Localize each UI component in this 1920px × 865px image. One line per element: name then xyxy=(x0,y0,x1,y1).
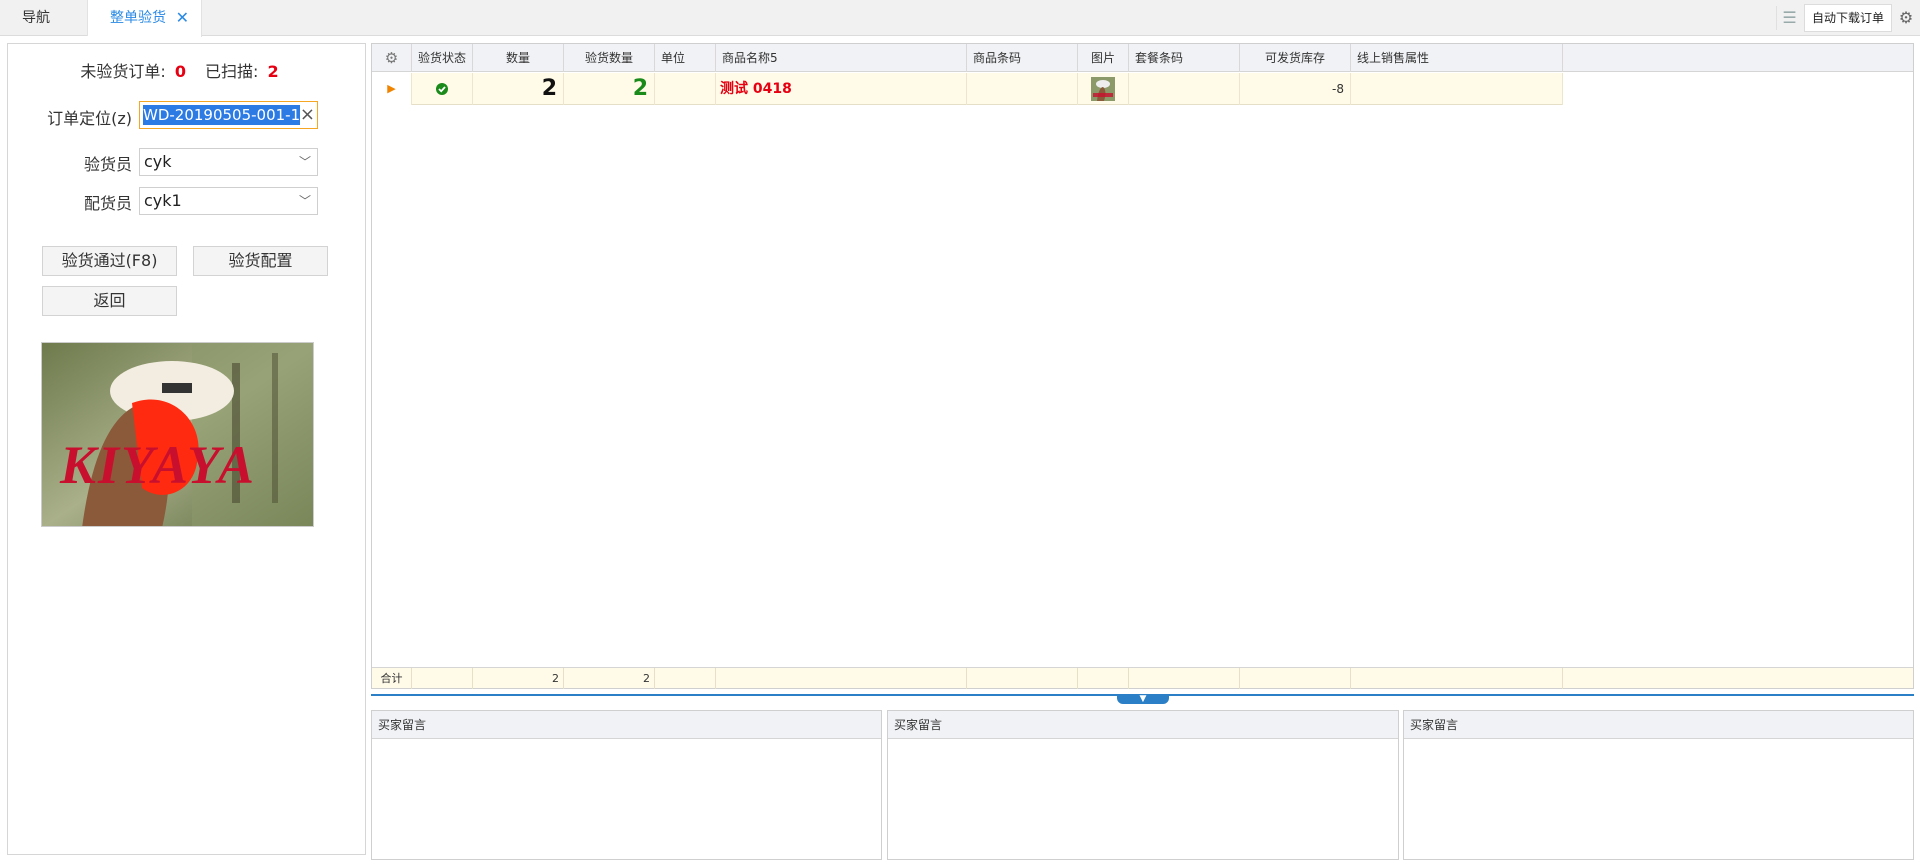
photo-watermark: KIYAYA xyxy=(59,435,256,495)
verified-qty-cell: 2 xyxy=(564,73,655,105)
header-barcode[interactable]: 商品条码 xyxy=(967,44,1078,72)
pass-inspection-button[interactable]: 验货通过(F8) xyxy=(42,246,177,276)
row-indicator-icon: ▶ xyxy=(372,73,412,105)
close-icon[interactable]: ✕ xyxy=(176,0,189,36)
header-verified-qty[interactable]: 验货数量 xyxy=(564,44,655,72)
footer-status-cell xyxy=(412,668,473,689)
online-attr-cell xyxy=(1351,73,1563,105)
chevron-down-icon: ﹀ xyxy=(298,155,311,169)
header-image[interactable]: 图片 xyxy=(1078,44,1129,72)
picker-label: 配货员 xyxy=(83,194,132,213)
check-circle-icon xyxy=(436,82,448,95)
product-name-cell: 测试 0418 xyxy=(716,73,967,105)
order-stats: 未验货订单: 0 已扫描: 2 xyxy=(8,58,365,82)
footer-unit-cell xyxy=(655,668,716,689)
picker-select[interactable]: cyk1 ﹀ xyxy=(139,187,318,215)
left-panel: 未验货订单: 0 已扫描: 2 订单定位(z) WD-20190505-001-… xyxy=(7,43,366,855)
footer-qty-total: 2 xyxy=(473,668,564,689)
header-stock[interactable]: 可发货库存 xyxy=(1240,44,1351,72)
stock-cell: -8 xyxy=(1240,73,1351,105)
qty-cell: 2 xyxy=(473,73,564,105)
header-status[interactable]: 验货状态 xyxy=(412,44,473,72)
order-locate-value: WD-20190505-001-1- xyxy=(143,105,300,125)
footer-name-cell xyxy=(716,668,967,689)
tab-order-inspection-label: 整单验货 xyxy=(110,10,166,26)
collapse-chevron-icon[interactable]: ▼ xyxy=(1117,694,1169,704)
barcode-cell xyxy=(967,73,1078,105)
footer-attr-cell xyxy=(1351,668,1563,689)
footer-total-label: 合计 xyxy=(372,668,412,689)
image-cell xyxy=(1078,73,1129,105)
product-thumbnail xyxy=(1091,76,1115,101)
list-icon[interactable]: ☰ xyxy=(1776,6,1802,30)
buyer-message-panel-3: 买家留言 xyxy=(1403,710,1914,860)
inspector-value: cyk xyxy=(144,152,172,171)
buyer-message-panel-1: 买家留言 xyxy=(371,710,882,860)
buyer-message-panel-2: 买家留言 xyxy=(887,710,1399,860)
chevron-down-icon: ﹀ xyxy=(298,194,311,208)
grid-header: ⚙ 验货状态 数量 验货数量 单位 商品名称5 商品条码 图片 套餐条码 可发货… xyxy=(372,44,1913,72)
table-row[interactable]: ▶ 2 2 测试 0418 -8 xyxy=(372,73,1563,105)
footer-package-cell xyxy=(1129,668,1240,689)
unverified-orders-label: 未验货订单: xyxy=(80,62,166,81)
header-online-attr[interactable]: 线上销售属性 xyxy=(1351,44,1563,72)
buyer-message-title: 买家留言 xyxy=(372,711,881,739)
back-button[interactable]: 返回 xyxy=(42,286,177,316)
status-cell xyxy=(412,73,473,105)
footer-verified-total: 2 xyxy=(564,668,655,689)
grid-settings-icon[interactable]: ⚙ xyxy=(372,44,412,72)
unverified-orders-count: 0 xyxy=(174,62,186,81)
header-product-name[interactable]: 商品名称5 xyxy=(716,44,967,72)
scanned-count: 2 xyxy=(267,62,279,81)
tab-bar: 导航 整单验货 ✕ ☰ 自动下载订单 ⚙ xyxy=(0,0,1920,37)
buyer-message-title: 买家留言 xyxy=(1404,711,1913,739)
order-locate-input[interactable]: WD-20190505-001-1- × xyxy=(139,101,318,129)
buyer-message-title: 买家留言 xyxy=(888,711,1398,739)
footer-barcode-cell xyxy=(967,668,1078,689)
grid-footer: 合计 2 2 xyxy=(372,667,1913,689)
tab-navigation-label: 导航 xyxy=(22,10,50,26)
auto-download-orders-button[interactable]: 自动下载订单 xyxy=(1804,4,1892,32)
product-photo: KIYAYA xyxy=(41,342,314,527)
package-barcode-cell xyxy=(1129,73,1240,105)
header-package-barcode[interactable]: 套餐条码 xyxy=(1129,44,1240,72)
picker-value: cyk1 xyxy=(144,191,182,210)
inspection-config-button[interactable]: 验货配置 xyxy=(193,246,328,276)
inspector-select[interactable]: cyk ﹀ xyxy=(139,148,318,176)
clear-icon[interactable]: × xyxy=(300,104,315,126)
header-qty[interactable]: 数量 xyxy=(473,44,564,72)
scanned-label: 已扫描: xyxy=(205,62,259,81)
tab-order-inspection[interactable]: 整单验货 ✕ xyxy=(88,0,202,37)
footer-image-cell xyxy=(1078,668,1129,689)
unit-cell xyxy=(655,73,716,105)
footer-stock-cell xyxy=(1240,668,1351,689)
gear-icon[interactable]: ⚙ xyxy=(1894,6,1918,30)
inspector-label: 验货员 xyxy=(83,155,132,174)
tab-navigation[interactable]: 导航 xyxy=(0,0,88,36)
inspection-grid: ⚙ 验货状态 数量 验货数量 单位 商品名称5 商品条码 图片 套餐条码 可发货… xyxy=(371,43,1914,689)
header-unit[interactable]: 单位 xyxy=(655,44,716,72)
order-locate-label: 订单定位(z) xyxy=(47,109,132,128)
